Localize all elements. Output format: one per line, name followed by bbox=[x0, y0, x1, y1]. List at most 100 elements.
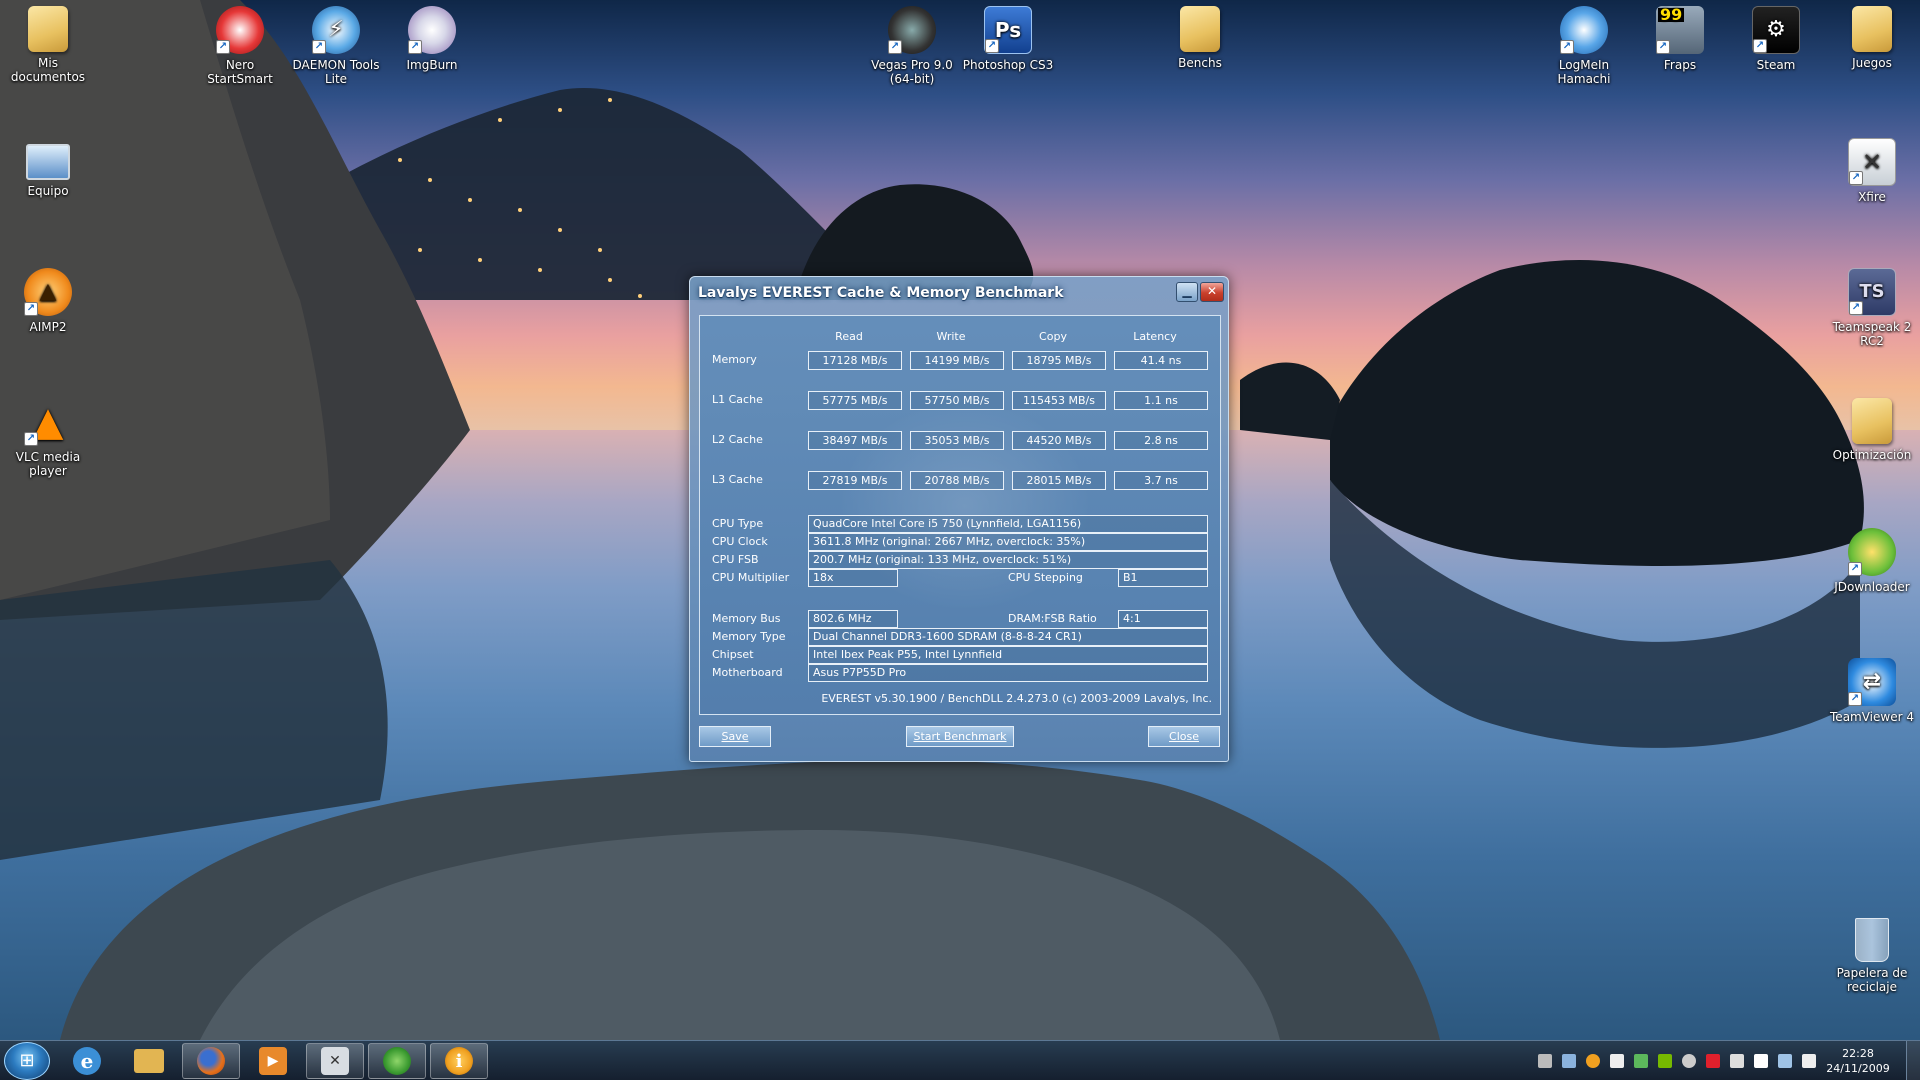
info-icon[interactable] bbox=[1586, 1054, 1600, 1068]
cpu-type-value: QuadCore Intel Core i5 750 (Lynnfield, L… bbox=[808, 515, 1208, 533]
flag-icon[interactable] bbox=[1754, 1054, 1768, 1068]
taskbar-messenger[interactable] bbox=[368, 1043, 426, 1079]
column-header-write: Write bbox=[936, 330, 966, 343]
taskbar-internet-explorer[interactable]: e bbox=[58, 1043, 116, 1079]
volume-icon[interactable] bbox=[1802, 1054, 1816, 1068]
show-desktop-button[interactable] bbox=[1906, 1041, 1920, 1080]
desktop-icon-imgburn[interactable]: ↗ ImgBurn bbox=[384, 6, 480, 72]
start-button[interactable]: ⊞ bbox=[4, 1042, 50, 1080]
desktop-icon-juegos[interactable]: Juegos bbox=[1824, 6, 1920, 70]
hamachi-icon: ↗ bbox=[1560, 6, 1608, 54]
desktop-icon-photoshop[interactable]: Ps ↗ Photoshop CS3 bbox=[960, 6, 1056, 72]
cpu-clock-label: CPU Clock bbox=[712, 535, 768, 548]
photoshop-icon: Ps ↗ bbox=[984, 6, 1032, 54]
desktop-icon-label: Vegas Pro 9.0 (64-bit) bbox=[871, 58, 953, 86]
network-status-icon[interactable] bbox=[1778, 1054, 1792, 1068]
desktop-icon-teamspeak[interactable]: TS ↗ Teamspeak 2 RC2 bbox=[1824, 268, 1920, 348]
desktop-icon-label: Fraps bbox=[1663, 58, 1697, 72]
taskbar-firefox[interactable] bbox=[182, 1043, 240, 1079]
green-icon[interactable] bbox=[1634, 1054, 1648, 1068]
memory-copy-value: 18795 MB/s bbox=[1012, 351, 1106, 370]
desktop-icon-label: Teamspeak 2 RC2 bbox=[1832, 320, 1912, 348]
l2-latency-value: 2.8 ns bbox=[1114, 431, 1208, 450]
refresh-icon[interactable] bbox=[1682, 1054, 1696, 1068]
close-button[interactable]: Close bbox=[1148, 726, 1220, 747]
start-benchmark-button[interactable]: Start Benchmark bbox=[906, 726, 1014, 747]
desktop-icon-label: Papelera de reciclaje bbox=[1836, 966, 1908, 994]
messenger-icon bbox=[383, 1047, 411, 1075]
desktop-icon-label: LogMeIn Hamachi bbox=[1557, 58, 1611, 86]
desktop-icon-label: AIMP2 bbox=[29, 320, 67, 334]
desktop-icon-label: Nero StartSmart bbox=[207, 58, 273, 86]
taskbar-media-player[interactable]: ▶ bbox=[244, 1043, 302, 1079]
taskbar-xfire[interactable]: ✕ bbox=[306, 1043, 364, 1079]
desktop-icon-teamviewer[interactable]: ⇄ ↗ TeamViewer 4 bbox=[1824, 658, 1920, 724]
desktop-icon-nero[interactable]: ↗ Nero StartSmart bbox=[192, 6, 288, 86]
desktop-icon-aimp2[interactable]: ▲ ↗ AIMP2 bbox=[0, 268, 96, 334]
recycle-bin-icon bbox=[1855, 918, 1889, 962]
row-label-l3-cache: L3 Cache bbox=[712, 473, 763, 486]
xfire-icon: ✕ ↗ bbox=[1848, 138, 1896, 186]
desktop-icon-label: JDownloader bbox=[1834, 580, 1910, 594]
cpu-multiplier-label: CPU Multiplier bbox=[712, 571, 790, 584]
close-window-button[interactable]: ✕ bbox=[1200, 282, 1224, 302]
memory-read-value: 17128 MB/s bbox=[808, 351, 902, 370]
desktop-icon-optimizacion[interactable]: Optimización bbox=[1824, 398, 1920, 462]
minimize-button[interactable]: ▁ bbox=[1176, 282, 1198, 302]
network-icon[interactable] bbox=[1538, 1054, 1552, 1068]
minimize-icon: ▁ bbox=[1182, 284, 1192, 298]
row-label-l1-cache: L1 Cache bbox=[712, 393, 763, 406]
dram-fsb-ratio-label: DRAM:FSB Ratio bbox=[1008, 612, 1097, 625]
desktop-icon-hamachi[interactable]: ↗ LogMeIn Hamachi bbox=[1536, 6, 1632, 86]
l2-read-value: 38497 MB/s bbox=[808, 431, 902, 450]
everest-benchmark-window[interactable]: Lavalys EVEREST Cache & Memory Benchmark… bbox=[689, 276, 1229, 762]
desktop-icon-label: Mis documentos bbox=[10, 56, 86, 84]
copyright-text: EVEREST v5.30.1900 / BenchDLL 2.4.273.0 … bbox=[821, 692, 1212, 705]
window-title: Lavalys EVEREST Cache & Memory Benchmark bbox=[698, 285, 1064, 301]
desktop-icon-jdownloader[interactable]: ↗ JDownloader bbox=[1824, 528, 1920, 594]
desktop-icon-label: TeamViewer 4 bbox=[1830, 710, 1914, 724]
chipset-value: Intel Ibex Peak P55, Intel Lynnfield bbox=[808, 646, 1208, 664]
l3-write-value: 20788 MB/s bbox=[910, 471, 1004, 490]
desktop-icon-fraps[interactable]: 99 ↗ Fraps bbox=[1632, 6, 1728, 72]
row-label-memory: Memory bbox=[712, 353, 757, 366]
ati-icon[interactable] bbox=[1706, 1054, 1720, 1068]
desktop-icon-xfire[interactable]: ✕ ↗ Xfire bbox=[1824, 138, 1920, 204]
windows-logo-icon: ⊞ bbox=[19, 1050, 35, 1071]
desktop-icon-mis-documentos[interactable]: Mis documentos bbox=[0, 6, 96, 84]
close-icon: ✕ bbox=[1206, 284, 1218, 298]
usb-icon[interactable] bbox=[1730, 1054, 1744, 1068]
desktop-icon-benchs[interactable]: Benchs bbox=[1152, 6, 1248, 70]
taskbar-explorer[interactable] bbox=[120, 1043, 178, 1079]
column-header-copy: Copy bbox=[1039, 330, 1067, 343]
l2-copy-value: 44520 MB/s bbox=[1012, 431, 1106, 450]
cpu-type-label: CPU Type bbox=[712, 517, 764, 530]
desktop-icon-vegas-pro[interactable]: ↗ Vegas Pro 9.0 (64-bit) bbox=[864, 6, 960, 86]
column-header-latency: Latency bbox=[1133, 330, 1177, 343]
desktop-icon-vlc[interactable]: ▲ ↗ VLC media player bbox=[0, 398, 96, 478]
nvidia-icon[interactable] bbox=[1658, 1054, 1672, 1068]
clock-time: 22:28 bbox=[1842, 1047, 1874, 1060]
l2-write-value: 35053 MB/s bbox=[910, 431, 1004, 450]
system-clock[interactable]: 22:28 24/11/2009 bbox=[1820, 1046, 1896, 1076]
explorer-folder-icon bbox=[134, 1049, 164, 1073]
desktop-icon-steam[interactable]: ⚙ ↗ Steam bbox=[1728, 6, 1824, 72]
taskbar-everest[interactable]: i bbox=[430, 1043, 488, 1079]
desktop-icon-label: Photoshop CS3 bbox=[962, 58, 1054, 72]
folder-icon bbox=[1852, 6, 1892, 52]
cpu-clock-value: 3611.8 MHz (original: 2667 MHz, overcloc… bbox=[808, 533, 1208, 551]
monitor-icon[interactable] bbox=[1562, 1054, 1576, 1068]
app-icon[interactable] bbox=[1610, 1054, 1624, 1068]
imgburn-icon: ↗ bbox=[408, 6, 456, 54]
desktop-icon-equipo[interactable]: Equipo bbox=[0, 138, 96, 198]
desktop-icon-label: ImgBurn bbox=[406, 58, 458, 72]
motherboard-label: Motherboard bbox=[712, 666, 783, 679]
motherboard-value: Asus P7P55D Pro bbox=[808, 664, 1208, 682]
teamspeak-icon: TS ↗ bbox=[1848, 268, 1896, 316]
steam-icon: ⚙ ↗ bbox=[1752, 6, 1800, 54]
desktop-icon-papelera[interactable]: Papelera de reciclaje bbox=[1824, 918, 1920, 994]
desktop-icon-daemon-tools[interactable]: ⚡ ↗ DAEMON Tools Lite bbox=[288, 6, 384, 86]
folder-icon bbox=[1852, 398, 1892, 444]
clock-date: 24/11/2009 bbox=[1826, 1062, 1890, 1075]
save-button[interactable]: Save bbox=[699, 726, 771, 747]
